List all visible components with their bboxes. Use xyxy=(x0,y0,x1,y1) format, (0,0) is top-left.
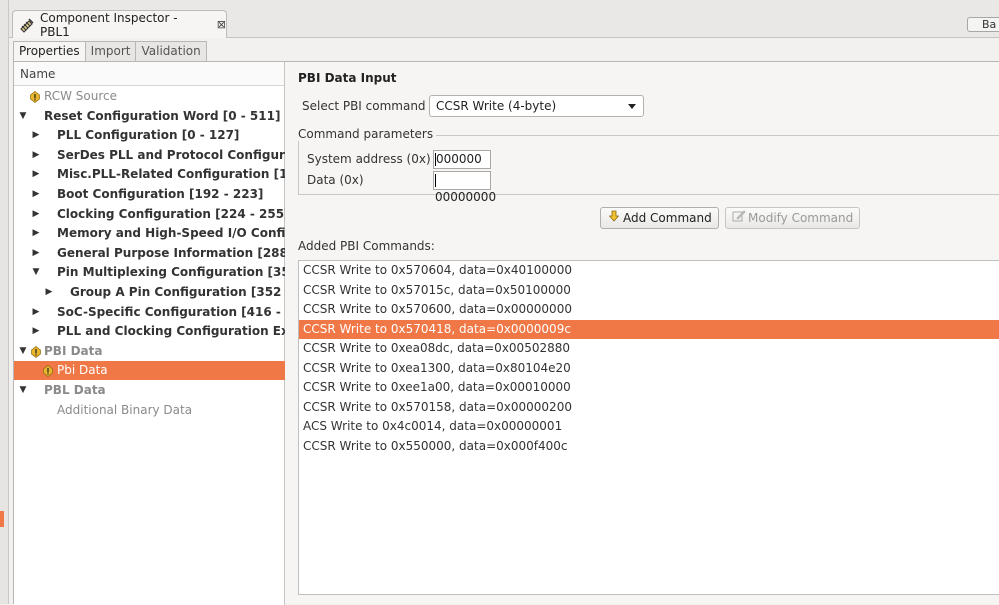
select-pbi-command-label: Select PBI command xyxy=(302,99,426,113)
collapsed-toggle-icon[interactable]: ▶ xyxy=(30,224,42,243)
pbi-commands-items: CCSR Write to 0x570604, data=0x40100000 C… xyxy=(299,261,999,456)
tree-item[interactable]: ▶ Group A Pin Configuration [352 - 38 xyxy=(14,283,285,302)
added-commands-label: Added PBI Commands: xyxy=(298,239,435,253)
collapsed-toggle-icon[interactable]: ▶ xyxy=(43,283,55,302)
view-title-bar: Component Inspector - PBL1 ⊠ Ba xyxy=(9,0,999,39)
data-label: Data (0x) xyxy=(307,173,364,187)
add-command-label: Add Command xyxy=(623,211,712,225)
chevron-down-icon xyxy=(628,104,636,109)
tree-item[interactable]: ▶ General Purpose Information [288 - 3 xyxy=(14,244,285,263)
text-cursor xyxy=(435,174,436,187)
list-item[interactable]: CCSR Write to 0x570600, data=0x00000000 xyxy=(299,300,999,320)
tree-item[interactable]: ▶ Misc.PLL-Related Configuration [184 - xyxy=(14,165,285,184)
tree-item-label: Misc.PLL-Related Configuration [184 - xyxy=(57,167,285,182)
tree-item[interactable]: Additional Binary Data xyxy=(14,401,285,420)
tree-item-label: Pbi Data xyxy=(57,363,108,378)
list-item[interactable]: CCSR Write to 0x57015c, data=0x50100000 xyxy=(299,281,999,301)
collapsed-toggle-icon[interactable]: ▶ xyxy=(30,303,42,322)
tree-item[interactable]: RCW Source xyxy=(14,87,285,106)
tab-import[interactable]: Import xyxy=(84,41,137,61)
pbi-command-select-value: CCSR Write (4-byte) xyxy=(436,99,557,113)
pbi-command-select[interactable]: CCSR Write (4-byte) xyxy=(429,95,644,117)
tree-item-label: Memory and High-Speed I/O Configur xyxy=(57,226,285,241)
expanded-toggle-icon[interactable]: ▼ xyxy=(30,263,42,282)
tree-item-label: RCW Source xyxy=(44,89,118,103)
list-item[interactable]: CCSR Write to 0xee1a00, data=0x00010000 xyxy=(299,378,999,398)
tree-item-label: General Purpose Information [288 - 3 xyxy=(57,245,285,260)
collapsed-toggle-icon[interactable]: ▶ xyxy=(30,146,42,165)
tree-item[interactable]: ▼ Pin Multiplexing Configuration [352 - xyxy=(14,263,285,282)
close-icon[interactable]: ⊠ xyxy=(217,18,226,31)
system-address-input[interactable]: 000000 xyxy=(433,150,491,169)
warning-icon xyxy=(43,364,53,378)
system-address-value: 000000 xyxy=(436,152,482,166)
collapsed-toggle-icon[interactable]: ▶ xyxy=(30,126,42,145)
component-inspector-tab[interactable]: Component Inspector - PBL1 ⊠ xyxy=(12,10,227,39)
tree-item-label: Clocking Configuration [224 - 255] xyxy=(57,206,285,221)
arrow-down-icon xyxy=(607,208,621,228)
expanded-toggle-icon[interactable]: ▼ xyxy=(17,107,29,126)
tree-item-label: PLL Configuration [0 - 127] xyxy=(57,128,240,143)
tree-item[interactable]: ▶ SerDes PLL and Protocol Configuratio xyxy=(14,146,285,165)
tree-item-label: PLL and Clocking Configuration Expar xyxy=(57,324,285,339)
tree-item[interactable]: Pbi Data xyxy=(14,361,285,381)
tree-item[interactable]: ▶ PLL Configuration [0 - 127] xyxy=(14,126,285,145)
collapsed-toggle-icon[interactable]: ▶ xyxy=(30,185,42,204)
config-tree: Name RCW Source ▼ Reset Configuration Word… xyxy=(14,62,285,605)
tree-item-label: Additional Binary Data xyxy=(57,402,193,417)
tree-item-label: Boot Configuration [192 - 223] xyxy=(57,187,264,201)
tab-properties[interactable]: Properties xyxy=(13,41,86,61)
inspector-icon xyxy=(19,17,35,33)
expanded-toggle-icon[interactable]: ▼ xyxy=(17,342,29,361)
inspector-panel: Name RCW Source ▼ Reset Configuration Word… xyxy=(13,61,999,605)
tree-item[interactable]: ▶ Memory and High-Speed I/O Configur xyxy=(14,224,285,243)
warning-icon xyxy=(30,90,40,103)
tree-item-label: SerDes PLL and Protocol Configuratio xyxy=(57,147,285,162)
tree-item-label: PBI Data xyxy=(44,343,103,358)
list-item[interactable]: CCSR Write to 0x570604, data=0x40100000 xyxy=(299,261,999,281)
tree-item[interactable]: ▼ PBI Data xyxy=(14,342,285,361)
properties-tabs: Properties Import Validation xyxy=(13,41,207,61)
pbi-data-editor: PBI Data Input Select PBI command CCSR W… xyxy=(286,62,999,605)
tree-item[interactable]: ▼ PBL Data xyxy=(14,381,285,400)
tree-item[interactable]: ▶ Clocking Configuration [224 - 255] xyxy=(14,205,285,224)
list-item[interactable]: CCSR Write to 0x550000, data=0x000f400c xyxy=(299,437,999,457)
list-item[interactable]: ACS Write to 0x4c0014, data=0x00000001 xyxy=(299,417,999,437)
tree-column-header: Name xyxy=(14,62,284,86)
host-accent-marker xyxy=(0,511,4,527)
section-title: PBI Data Input xyxy=(298,71,397,85)
tree-item[interactable]: ▶ SoC-Specific Configuration [416 - 447] xyxy=(14,303,285,322)
collapsed-toggle-icon[interactable]: ▶ xyxy=(30,165,42,184)
collapsed-toggle-icon[interactable]: ▶ xyxy=(30,244,42,263)
list-item[interactable]: CCSR Write to 0xea1300, data=0x80104e20 xyxy=(299,359,999,379)
tree-item[interactable]: ▶ PLL and Clocking Configuration Expar xyxy=(14,322,285,341)
tree-item-label: Pin Multiplexing Configuration [352 - xyxy=(57,265,285,280)
view-toolbar-button[interactable]: Ba xyxy=(967,17,999,32)
tree-item-label: Group A Pin Configuration [352 - 38 xyxy=(70,285,285,299)
modify-command-button[interactable]: Modify Command xyxy=(725,207,861,229)
list-item[interactable]: CCSR Write to 0xea08dc, data=0x00502880 xyxy=(299,339,999,359)
tree-item-label: Reset Configuration Word [0 - 511] xyxy=(44,108,281,123)
list-item[interactable]: CCSR Write to 0x570158, data=0x00000200 xyxy=(299,398,999,418)
add-command-button[interactable]: Add Command xyxy=(600,207,719,229)
view-title: Component Inspector - PBL1 xyxy=(40,10,178,39)
collapsed-toggle-icon[interactable]: ▶ xyxy=(30,322,42,341)
modify-command-label: Modify Command xyxy=(748,211,854,225)
tab-validation[interactable]: Validation xyxy=(135,41,207,61)
tree-item-label: PBL Data xyxy=(44,383,106,397)
data-input[interactable]: 00000000 xyxy=(433,171,496,204)
edit-icon xyxy=(732,208,746,228)
list-item[interactable]: CCSR Write to 0x570418, data=0x0000009c xyxy=(299,319,999,339)
warning-icon xyxy=(31,345,41,358)
pbi-commands-list[interactable]: CCSR Write to 0x570604, data=0x40100000 C… xyxy=(298,260,999,595)
tree-item[interactable]: ▶ Boot Configuration [192 - 223] xyxy=(14,185,285,204)
expanded-toggle-icon[interactable]: ▼ xyxy=(17,381,29,400)
tree-item-label: SoC-Specific Configuration [416 - 447] xyxy=(57,304,285,319)
command-parameters-title: Command parameters xyxy=(298,127,437,141)
system-address-label: System address (0x) xyxy=(307,152,431,166)
collapsed-toggle-icon[interactable]: ▶ xyxy=(30,205,42,224)
data-value: 00000000 xyxy=(435,190,497,204)
tree-item[interactable]: ▼ Reset Configuration Word [0 - 511] xyxy=(14,107,285,126)
